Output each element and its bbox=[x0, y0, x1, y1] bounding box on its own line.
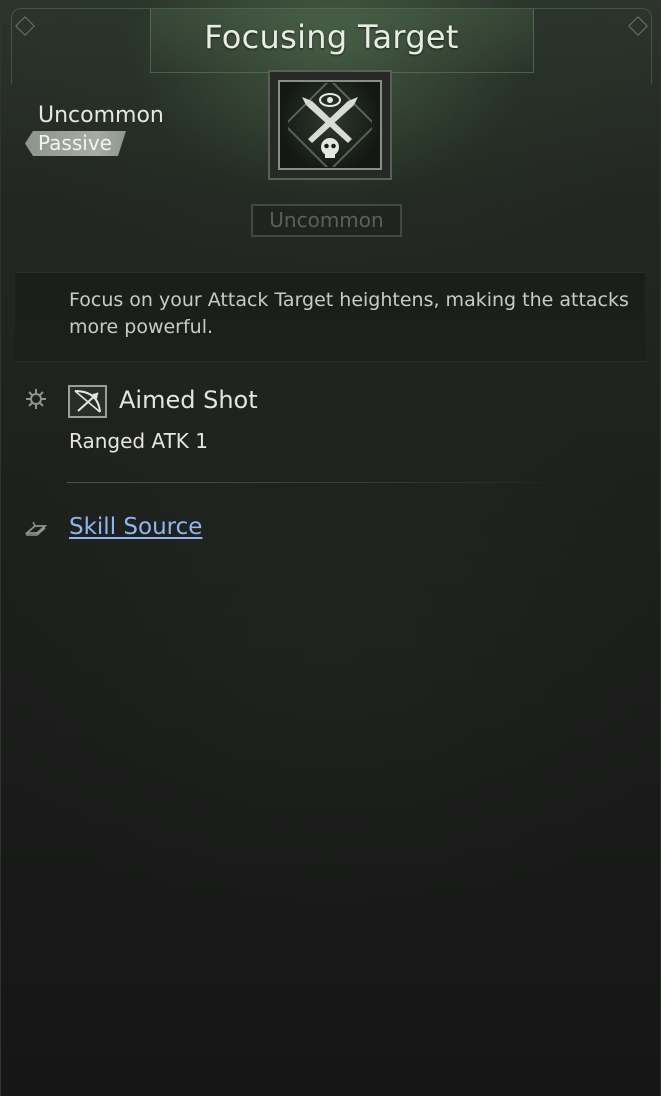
skill-title: Focusing Target bbox=[204, 18, 459, 56]
skill-description: Focus on your Attack Target heightens, m… bbox=[69, 289, 629, 338]
effect-stat: Ranged ATK 1 bbox=[69, 429, 208, 453]
book-icon bbox=[25, 521, 47, 536]
skill-icon-frame[interactable] bbox=[268, 70, 392, 180]
gear-icon bbox=[26, 389, 46, 409]
aimed-shot-icon-frame[interactable] bbox=[68, 385, 107, 418]
rarity-box: Uncommon bbox=[251, 204, 402, 237]
rarity-label: Uncommon bbox=[38, 103, 164, 128]
bow-arrow-icon bbox=[74, 390, 101, 413]
description-box: Focus on your Attack Target heightens, m… bbox=[15, 272, 645, 362]
skill-type-badge: Passive bbox=[25, 131, 126, 156]
skill-tooltip-panel: Focusing Target Uncommon Passive Uncommo… bbox=[0, 0, 661, 1096]
crossed-blades-skull-eye-icon bbox=[288, 83, 372, 167]
skill-icon-inner bbox=[278, 80, 382, 170]
divider bbox=[67, 482, 573, 483]
skill-source-link[interactable]: Skill Source bbox=[69, 514, 202, 540]
effect-name: Aimed Shot bbox=[119, 386, 258, 414]
